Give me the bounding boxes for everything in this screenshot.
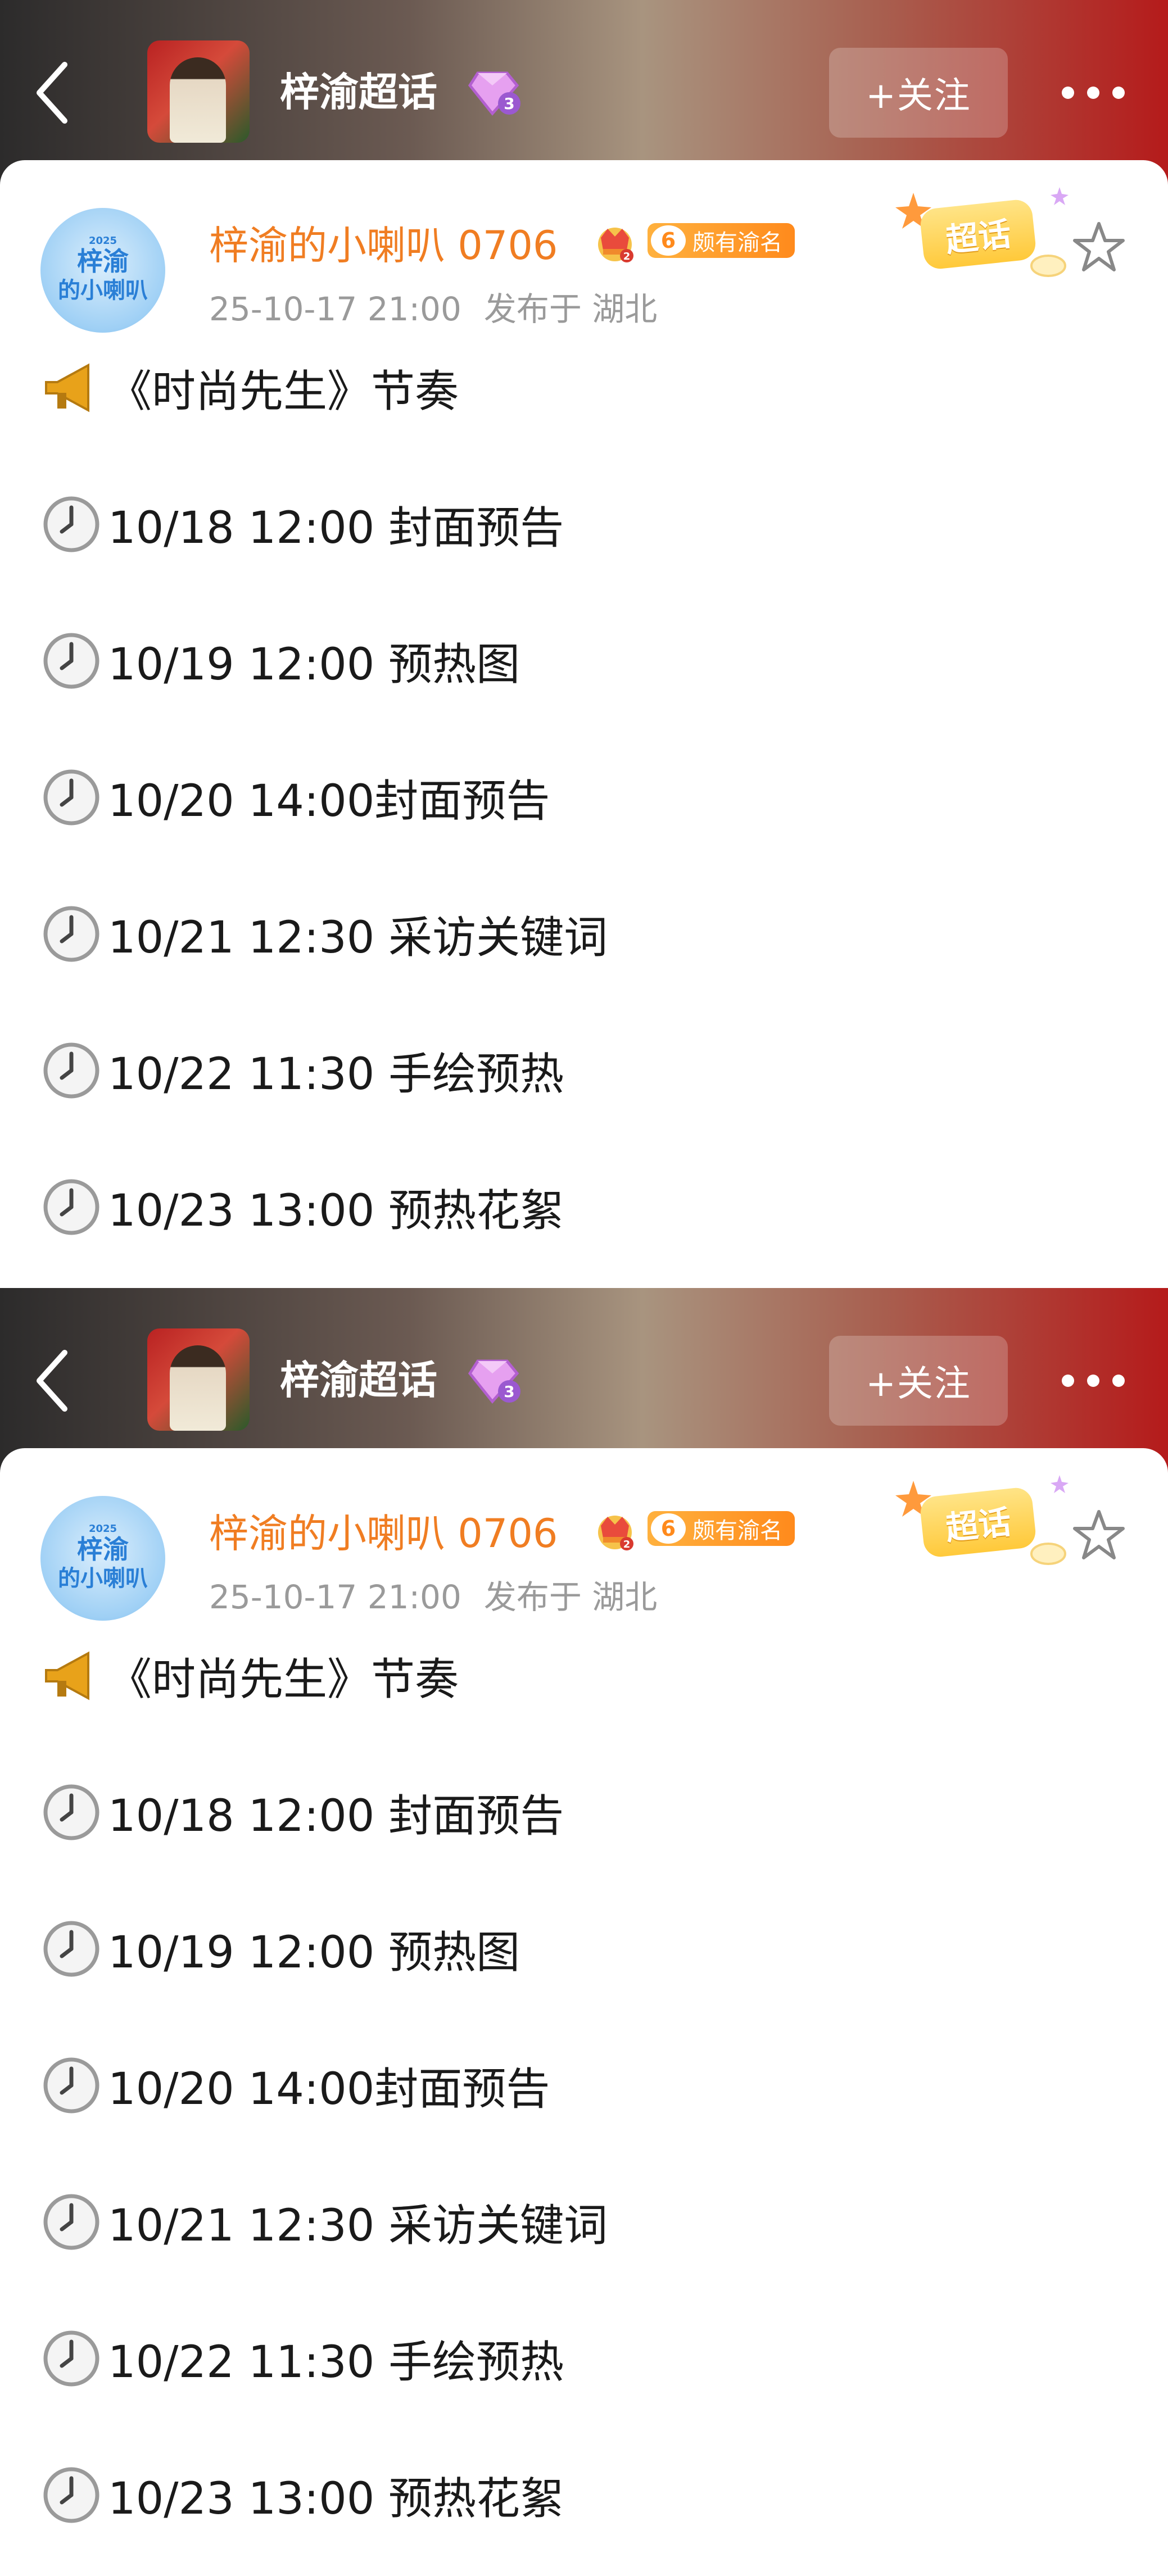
- screenshot-panel-2: 梓渝超话 3 +关注 2025 梓渝 的小喇叭 梓渝的小喇叭 0706 2 6 …: [0, 1288, 1168, 2576]
- svg-text:3: 3: [504, 1382, 514, 1401]
- megaphone-icon: [45, 363, 89, 412]
- schedule-item: 10/21 12:30 采访关键词: [40, 903, 608, 965]
- author-avatar[interactable]: 2025 梓渝 的小喇叭: [40, 1496, 165, 1621]
- fan-level-badge[interactable]: 6 颇有渝名: [648, 223, 795, 258]
- avatar-text-2: 的小喇叭: [58, 1566, 148, 1591]
- follow-button[interactable]: +关注: [829, 48, 1008, 138]
- schedule-text: 10/21 12:30 采访关键词: [108, 913, 608, 963]
- fan-level-badge[interactable]: 6 颇有渝名: [648, 1511, 795, 1546]
- post-location: 发布于 湖北: [483, 1578, 658, 1616]
- schedule-item: 10/23 13:00 预热花絮: [40, 1176, 564, 1238]
- super-topic-badge[interactable]: 超话: [891, 1470, 1071, 1576]
- clock-icon: [43, 1042, 99, 1099]
- clock-icon: [43, 769, 99, 826]
- clock-icon: [43, 906, 99, 962]
- super-topic-label: 超话: [918, 1486, 1038, 1559]
- schedule-item: 10/19 12:00 预热图: [40, 630, 520, 692]
- svg-text:2: 2: [623, 1539, 631, 1550]
- schedule-item: 10/22 11:30 手绘预热: [40, 1040, 564, 1101]
- author-avatar[interactable]: 2025 梓渝 的小喇叭: [40, 208, 165, 333]
- schedule-text: 10/22 11:30 手绘预热: [108, 1049, 564, 1100]
- favorite-star-icon[interactable]: [1071, 219, 1127, 275]
- svg-text:2: 2: [623, 251, 631, 262]
- schedule-text: 10/20 14:00封面预告: [108, 2064, 550, 2115]
- schedule-text: 10/21 12:30 采访关键词: [108, 2201, 608, 2251]
- topic-header: 梓渝超话 3 +关注: [0, 1288, 1168, 1473]
- post-meta: 25-10-17 21:00 发布于 湖北: [209, 283, 680, 330]
- follow-button[interactable]: +关注: [829, 1336, 1008, 1426]
- screenshot-panel-1: 梓渝超话 3 +关注 2025 梓渝 的小喇叭 梓渝的小喇叭 0706 2 6 …: [0, 0, 1168, 1288]
- fan-level-number: 6: [651, 225, 686, 256]
- clock-icon: [43, 633, 99, 689]
- svg-text:3: 3: [504, 94, 514, 113]
- crown-icon: 2: [598, 1516, 633, 1550]
- more-options-icon[interactable]: [1057, 1369, 1130, 1392]
- schedule-text: 10/23 13:00 预热花絮: [108, 1186, 564, 1236]
- schedule-item: 10/19 12:00 预热图: [40, 1918, 520, 1980]
- post-title-text: 《时尚先生》节奏: [108, 366, 459, 417]
- schedule-item: 10/21 12:30 采访关键词: [40, 2191, 608, 2253]
- post-date: 25-10-17 21:00: [209, 1578, 461, 1616]
- post-location: 发布于 湖北: [483, 290, 658, 328]
- post-date: 25-10-17 21:00: [209, 290, 461, 328]
- topic-title: 梓渝超话: [280, 69, 437, 115]
- more-options-icon[interactable]: [1057, 81, 1130, 104]
- avatar-text-2: 的小喇叭: [58, 278, 148, 303]
- fan-badge-text: 颇有渝名: [692, 230, 782, 256]
- schedule-text: 10/23 13:00 预热花絮: [108, 2474, 564, 2524]
- schedule-text: 10/22 11:30 手绘预热: [108, 2337, 564, 2388]
- clock-icon: [43, 1921, 99, 1977]
- schedule-item: 10/20 14:00封面预告: [40, 2055, 550, 2116]
- post-card: 2025 梓渝 的小喇叭 梓渝的小喇叭 0706 2 6 颇有渝名 超话 25-…: [0, 160, 1168, 1288]
- schedule-item: 10/18 12:00 封面预告: [40, 493, 564, 555]
- clock-icon: [43, 1784, 99, 1840]
- clock-icon: [43, 1179, 99, 1235]
- fan-badge-text: 颇有渝名: [692, 1518, 782, 1544]
- topic-cover-image[interactable]: [147, 1328, 250, 1431]
- schedule-text: 10/19 12:00 预热图: [108, 640, 520, 690]
- avatar-text-1: 梓渝: [77, 1534, 129, 1564]
- avatar-text-1: 梓渝: [77, 246, 129, 276]
- schedule-item: 10/23 13:00 预热花絮: [40, 2464, 564, 2526]
- schedule-text: 10/18 12:00 封面预告: [108, 503, 564, 554]
- megaphone-icon: [45, 1651, 89, 1700]
- schedule-item: 10/20 14:00封面预告: [40, 767, 550, 828]
- fan-level-number: 6: [651, 1513, 686, 1544]
- clock-icon: [43, 2467, 99, 2523]
- super-topic-label: 超话: [918, 198, 1038, 271]
- clock-icon: [43, 2194, 99, 2250]
- crown-icon: 2: [598, 228, 633, 262]
- topic-cover-image[interactable]: [147, 40, 250, 143]
- schedule-item: 10/18 12:00 封面预告: [40, 1781, 564, 1843]
- super-topic-badge[interactable]: 超话: [891, 182, 1071, 288]
- back-arrow-icon[interactable]: [31, 1347, 76, 1414]
- clock-icon: [43, 496, 99, 552]
- schedule-item: 10/22 11:30 手绘预热: [40, 2328, 564, 2389]
- topic-header: 梓渝超话 3 +关注: [0, 0, 1168, 185]
- post-meta: 25-10-17 21:00 发布于 湖北: [209, 1571, 680, 1618]
- post-card: 2025 梓渝 的小喇叭 梓渝的小喇叭 0706 2 6 颇有渝名 超话 25-…: [0, 1448, 1168, 2576]
- author-name[interactable]: 梓渝的小喇叭 0706: [209, 214, 558, 271]
- post-title-text: 《时尚先生》节奏: [108, 1654, 459, 1705]
- post-title-line: 《时尚先生》节奏: [40, 1645, 459, 1707]
- favorite-star-icon[interactable]: [1071, 1507, 1127, 1563]
- schedule-text: 10/19 12:00 预热图: [108, 1928, 520, 1978]
- author-name[interactable]: 梓渝的小喇叭 0706: [209, 1502, 558, 1559]
- gem-level-icon: 3: [468, 1359, 520, 1404]
- post-title-line: 《时尚先生》节奏: [40, 357, 459, 419]
- schedule-text: 10/20 14:00封面预告: [108, 776, 550, 827]
- topic-title: 梓渝超话: [280, 1357, 437, 1403]
- gem-level-icon: 3: [468, 71, 520, 116]
- schedule-text: 10/18 12:00 封面预告: [108, 1791, 564, 1842]
- back-arrow-icon[interactable]: [31, 59, 76, 126]
- clock-icon: [43, 2057, 99, 2114]
- clock-icon: [43, 2330, 99, 2387]
